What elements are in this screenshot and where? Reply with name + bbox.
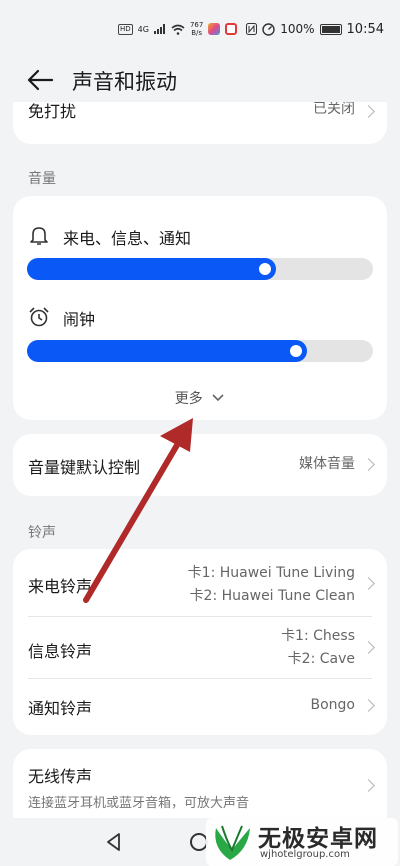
ringer-volume-label: 来电、信息、通知 [63, 229, 192, 248]
net-speed-unit: B/s [191, 29, 203, 37]
watermark-url: wjhotelgroup.com [260, 849, 350, 860]
clock: 10:54 [346, 21, 384, 37]
do-not-disturb-label: 免打扰 [28, 102, 77, 121]
chevron-right-icon [362, 105, 375, 118]
volume-section-label: 音量 [28, 171, 56, 187]
more-label: 更多 [174, 391, 203, 407]
volume-card: 来电、信息、通知 闹钟 更多 [13, 196, 387, 420]
message-ringtone-sim2: 卡2: Cave [287, 651, 355, 667]
alarm-volume-fill [27, 340, 307, 362]
ringer-volume-fill [27, 258, 276, 280]
wireless-label: 无线传声 [28, 767, 93, 786]
chevron-right-icon [362, 699, 375, 712]
wireless-card[interactable]: 无线传声 连接蓝牙耳机或蓝牙音箱，可放大声音 [13, 749, 387, 818]
call-ringtone-sim1: 卡1: Huawei Tune Living [187, 565, 355, 581]
header: 声音和振动 [0, 58, 400, 102]
wireless-description: 连接蓝牙耳机或蓝牙音箱，可放大声音 [28, 796, 250, 811]
nav-back-icon[interactable] [104, 832, 124, 852]
alarm-clock-icon [29, 307, 49, 327]
chevron-right-icon [362, 458, 375, 471]
signal-icon [153, 24, 165, 34]
notification-ringtone-row[interactable]: 通知铃声 Bongo [13, 679, 387, 735]
call-ringtone-sim2: 卡2: Huawei Tune Clean [189, 588, 355, 604]
call-ringtone-label: 来电铃声 [28, 577, 93, 596]
chevron-right-icon [362, 779, 375, 792]
notification-ringtone-label: 通知铃声 [28, 699, 93, 718]
net-speed: 767 B/s [190, 21, 203, 37]
notification-ringtone-value: Bongo [310, 697, 356, 713]
battery-percent: 100% [280, 22, 315, 36]
net-speed-value: 767 [189, 21, 204, 29]
nfc-icon [246, 23, 258, 35]
ringtone-card: 来电铃声 卡1: Huawei Tune Living 卡2: Huawei T… [13, 549, 387, 735]
ringtone-section-label: 铃声 [28, 525, 56, 541]
chevron-right-icon [362, 641, 375, 654]
speed-dial-icon [262, 22, 275, 36]
call-ringtone-value: 卡1: Huawei Tune Living 卡2: Huawei Tune C… [188, 562, 355, 608]
message-ringtone-value: 卡1: Chess 卡2: Cave [281, 625, 355, 671]
do-not-disturb-value: 已关闭 [313, 102, 355, 117]
call-ringtone-row[interactable]: 来电铃声 卡1: Huawei Tune Living 卡2: Huawei T… [13, 549, 387, 616]
page-title: 声音和振动 [72, 70, 177, 94]
ringer-volume-thumb[interactable] [256, 260, 274, 278]
volume-key-card[interactable]: 音量键默认控制 媒体音量 [13, 434, 387, 496]
back-arrow-icon[interactable] [26, 68, 54, 92]
status-bar: HD 4G 767 B/s 100% 10:54 [0, 0, 400, 58]
wifi-icon [171, 24, 185, 35]
app-notification-icon-2 [225, 23, 238, 35]
do-not-disturb-card[interactable]: 免打扰 已关闭 [13, 102, 387, 144]
watermark-logo-icon [215, 825, 250, 860]
chevron-right-icon [362, 577, 375, 590]
message-ringtone-label: 信息铃声 [28, 642, 93, 661]
alarm-volume-thumb[interactable] [287, 342, 305, 360]
battery-icon [319, 23, 342, 35]
hd-badge: HD [118, 23, 133, 35]
volume-key-label: 音量键默认控制 [28, 458, 141, 477]
bell-icon [30, 227, 48, 245]
network-type: 4G [137, 24, 149, 34]
status-left: HD 4G 767 B/s [118, 21, 238, 37]
volume-key-value: 媒体音量 [299, 456, 355, 472]
ringer-volume-slider[interactable] [27, 258, 373, 280]
watermark: 无极安卓网 wjhotelgroup.com [206, 818, 398, 866]
message-ringtone-row[interactable]: 信息铃声 卡1: Chess 卡2: Cave [13, 617, 387, 678]
more-volume-button[interactable]: 更多 [13, 388, 387, 408]
watermark-title: 无极安卓网 [258, 826, 378, 852]
alarm-volume-slider[interactable] [27, 340, 373, 362]
chevron-down-icon [212, 394, 224, 402]
status-right: 100% 10:54 [246, 22, 384, 37]
alarm-volume-label: 闹钟 [63, 310, 96, 329]
app-notification-icon [208, 23, 221, 35]
message-ringtone-sim1: 卡1: Chess [281, 628, 355, 644]
